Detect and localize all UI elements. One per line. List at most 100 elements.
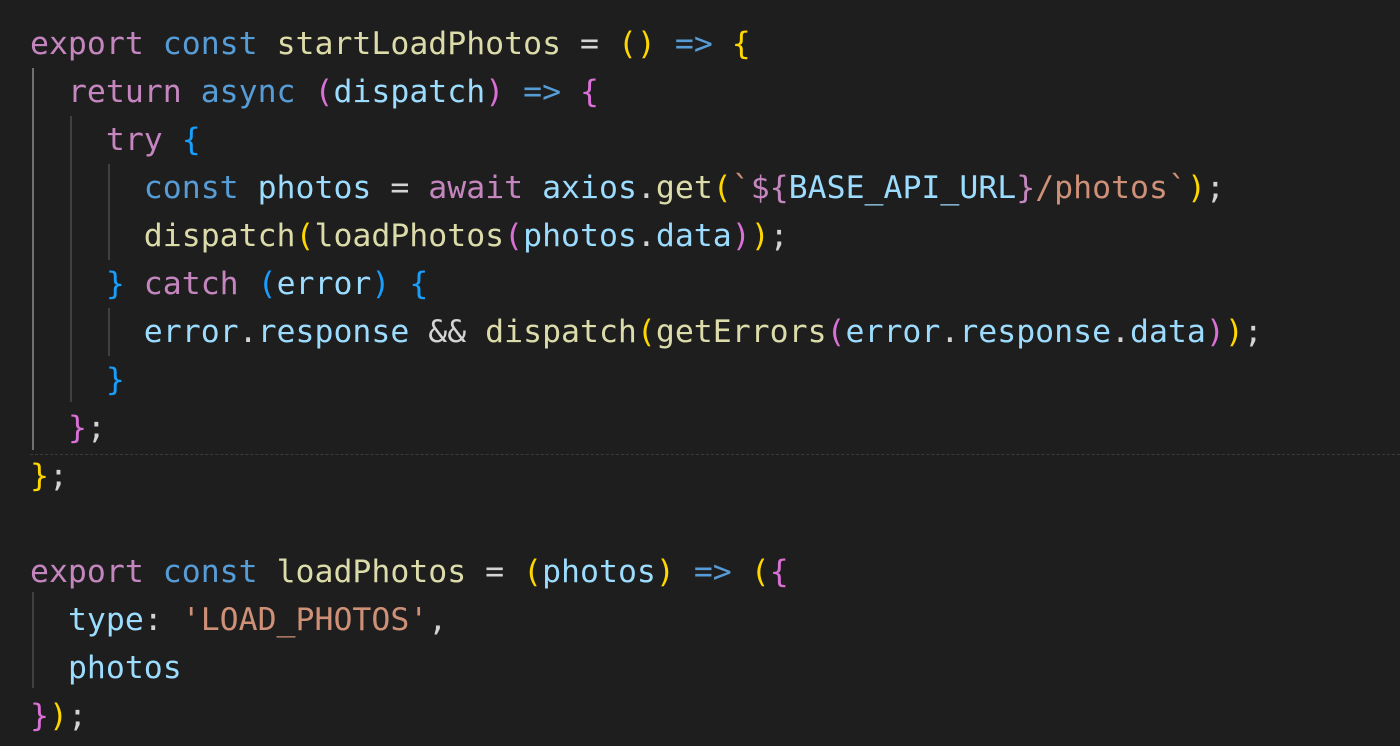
code-token: ${: [750, 170, 789, 206]
code-token: :: [143, 602, 182, 638]
code-token: =>: [674, 26, 713, 62]
code-token: dispatch: [485, 314, 637, 350]
code-token: {: [769, 554, 789, 590]
code-token: {: [580, 74, 599, 110]
code-token: dispatch: [143, 218, 296, 254]
code-line[interactable]: };: [30, 404, 106, 452]
code-token: ;: [86, 410, 106, 446]
code-line[interactable]: export const loadPhotos = (photos) => ({: [30, 548, 789, 596]
code-line[interactable]: error.response && dispatch(getErrors(err…: [30, 308, 1263, 356]
code-token: 'LOAD_PHOTOS': [181, 602, 429, 638]
code-token: (: [314, 74, 334, 110]
code-token: loadPhotos: [276, 554, 467, 590]
code-token: (: [523, 554, 543, 590]
code-token: startLoadPhotos: [276, 26, 562, 62]
code-editor[interactable]: export const startLoadPhotos = () => { r…: [0, 0, 1400, 746]
code-token: /photos`: [1035, 170, 1187, 206]
code-token: {: [409, 266, 429, 302]
code-token: (: [257, 266, 277, 302]
code-line[interactable]: }: [30, 356, 125, 404]
code-token: data: [655, 218, 732, 254]
code-token: (: [826, 314, 846, 350]
code-token: =: [561, 26, 618, 62]
code-token: ;: [67, 698, 87, 734]
code-token: const: [162, 26, 258, 62]
code-token: .: [636, 218, 656, 254]
code-token: .: [1111, 314, 1130, 350]
code-token: error: [143, 314, 239, 350]
code-token: data: [1130, 314, 1206, 350]
code-line[interactable]: export const startLoadPhotos = () => {: [30, 20, 751, 68]
line-separator: [30, 454, 1400, 455]
code-token: }: [67, 410, 87, 446]
code-token: }: [105, 266, 125, 302]
code-token: ): [655, 554, 675, 590]
code-token: export: [30, 26, 144, 62]
code-line[interactable]: type: 'LOAD_PHOTOS',: [30, 596, 447, 644]
code-token: }: [30, 698, 49, 734]
code-token: =>: [523, 74, 562, 110]
code-token: &&: [409, 314, 486, 350]
code-line[interactable]: try {: [30, 116, 201, 164]
code-line[interactable]: };: [30, 452, 68, 500]
code-token: photos: [67, 650, 182, 686]
code-line[interactable]: return async (dispatch) => {: [30, 68, 599, 116]
code-token: (: [504, 218, 524, 254]
code-token: photos: [523, 218, 637, 254]
code-token: error: [845, 314, 941, 350]
code-token: const: [143, 170, 239, 206]
code-token: photos: [257, 170, 372, 206]
code-token: .: [940, 314, 960, 350]
code-token: get: [655, 170, 713, 206]
code-token: ): [1224, 314, 1244, 350]
code-line[interactable]: dispatch(loadPhotos(photos.data));: [30, 212, 789, 260]
code-token: getErrors: [655, 314, 827, 350]
code-token: ): [1186, 170, 1206, 206]
code-token: .: [238, 314, 258, 350]
code-token: (: [750, 554, 770, 590]
code-token: async: [200, 74, 296, 110]
code-token: ;: [1205, 170, 1225, 206]
code-line[interactable]: });: [30, 692, 87, 740]
code-token: =>: [693, 554, 732, 590]
code-token: type: [67, 602, 144, 638]
code-token: ): [750, 218, 770, 254]
code-line[interactable]: } catch (error) {: [30, 260, 428, 308]
code-token: =: [466, 554, 524, 590]
code-token: await: [428, 170, 524, 206]
code-token: loadPhotos: [314, 218, 505, 254]
code-token: response: [257, 314, 410, 350]
code-token: .: [636, 170, 656, 206]
code-line[interactable]: const photos = await axios.get(`${BASE_A…: [30, 164, 1225, 212]
code-line[interactable]: photos: [30, 644, 182, 692]
code-token: ): [48, 698, 68, 734]
code-token: }: [30, 458, 49, 494]
code-token: }: [105, 362, 125, 398]
code-token: error: [276, 266, 372, 302]
code-token: {: [731, 26, 751, 62]
code-token: (: [712, 170, 732, 206]
code-token: ;: [48, 458, 68, 494]
code-token: ): [1205, 314, 1225, 350]
code-token: photos: [542, 554, 656, 590]
code-token: dispatch: [333, 74, 486, 110]
code-token: axios: [542, 170, 637, 206]
